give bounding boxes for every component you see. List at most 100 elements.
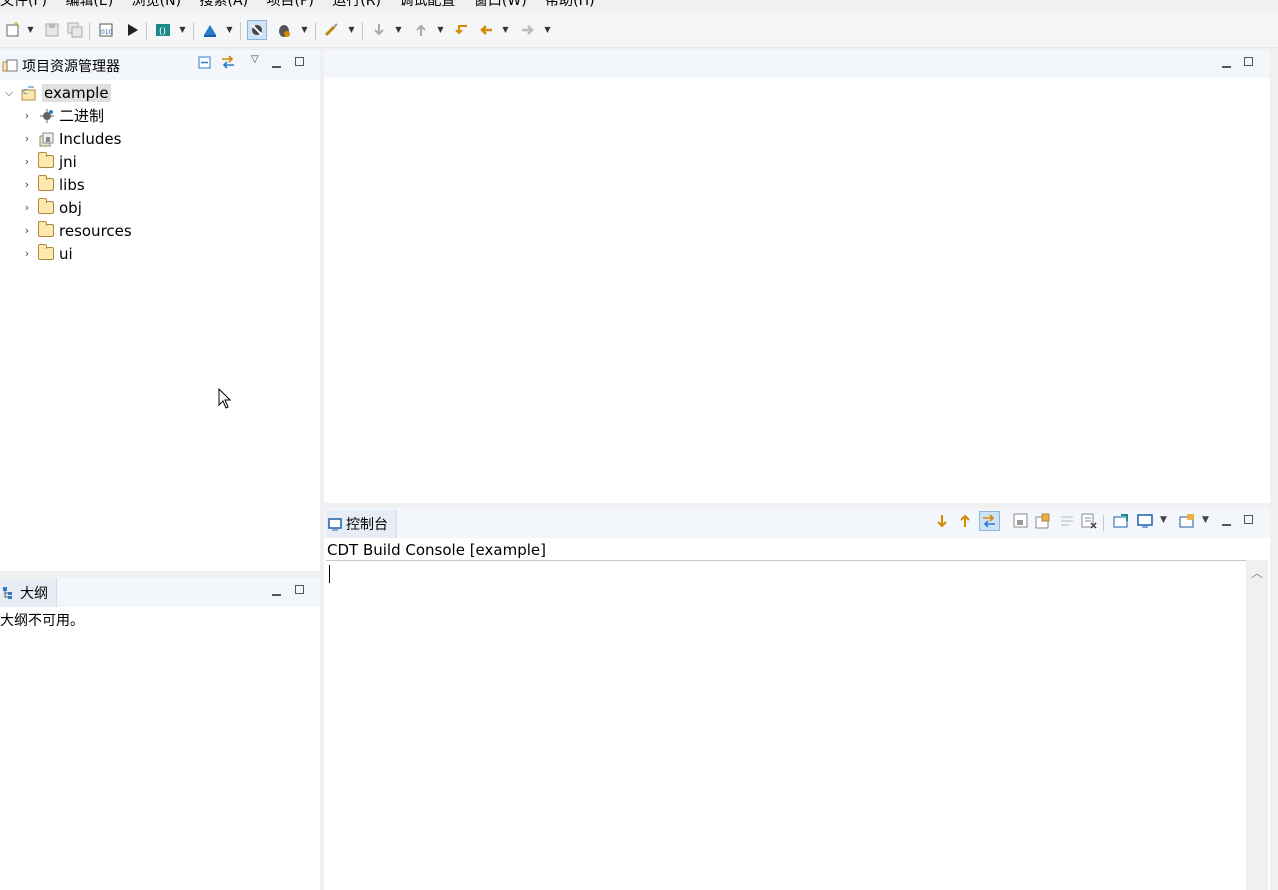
chevron-right-icon[interactable]: ›	[22, 178, 32, 191]
console-output[interactable]	[326, 560, 1246, 890]
last-edit-icon[interactable]	[453, 21, 471, 39]
link-console-icon[interactable]	[979, 511, 1000, 531]
console-scrollbar[interactable]: ︿	[1246, 560, 1268, 890]
menu-edit[interactable]: 编辑(E)	[65, 0, 120, 11]
back-dropdown-icon[interactable]: ▼	[501, 21, 510, 39]
new-class-icon[interactable]: ()	[154, 21, 172, 39]
maximize-icon[interactable]	[295, 584, 304, 597]
minimize-icon[interactable]	[1222, 516, 1231, 529]
minimize-icon[interactable]	[1222, 58, 1231, 71]
tab-label: 大纲	[20, 585, 48, 602]
collapse-all-icon[interactable]	[198, 56, 212, 73]
run-icon[interactable]	[124, 21, 142, 39]
forward-dropdown-icon[interactable]: ▼	[543, 21, 552, 39]
minimize-icon[interactable]	[272, 58, 281, 71]
menu-window[interactable]: 窗口(W)	[474, 0, 534, 11]
tree-item-label: Includes	[59, 129, 122, 148]
text-caret	[329, 565, 330, 583]
tab-label: 控制台	[346, 517, 388, 533]
menu-search[interactable]: 搜索(A)	[200, 0, 256, 11]
tree-item-jni[interactable]: › jni	[22, 150, 77, 173]
scroll-up-arrow-icon[interactable]: ︿	[1251, 564, 1263, 581]
menu-help[interactable]: 帮助(H)	[545, 0, 601, 11]
brush-icon[interactable]	[322, 21, 340, 39]
maximize-icon[interactable]	[295, 56, 304, 69]
remove-launch-icon[interactable]	[1081, 513, 1097, 532]
tree-item-label: obj	[59, 198, 82, 217]
link-with-editor-icon[interactable]	[220, 54, 236, 73]
tab-console[interactable]: 控制台	[326, 510, 397, 538]
minimize-icon[interactable]	[272, 586, 281, 599]
save-all-icon[interactable]	[66, 21, 84, 39]
scroll-down-icon[interactable]	[935, 513, 949, 532]
svg-text:C: C	[23, 88, 28, 96]
console-header: 控制台 ▼ ▼	[324, 508, 1270, 538]
debug-dropdown-icon[interactable]: ▼	[300, 21, 309, 39]
maximize-icon[interactable]	[1244, 56, 1253, 69]
new-console-view-icon[interactable]	[1179, 513, 1195, 532]
editor-header	[324, 50, 1270, 78]
tab-label: 项目资源管理器	[22, 59, 120, 75]
back-icon[interactable]	[477, 21, 495, 39]
folder-icon	[37, 152, 54, 168]
prev-annotation-icon[interactable]	[412, 21, 430, 39]
scroll-up-icon[interactable]	[958, 513, 972, 532]
outline-unavailable-message: 大纲不可用。	[0, 613, 84, 629]
tree-item-includes[interactable]: › Includes	[22, 127, 122, 150]
svg-text:(): ()	[159, 27, 166, 37]
forward-icon[interactable]	[519, 21, 537, 39]
menu-debug-config[interactable]: 调试配置	[399, 0, 462, 11]
skip-breakpoints-icon[interactable]	[247, 20, 267, 40]
chevron-right-icon[interactable]: ›	[22, 132, 32, 145]
build-icon[interactable]: 010	[97, 21, 115, 39]
toolbar-separator	[193, 22, 194, 40]
folder-icon	[37, 198, 54, 214]
tab-outline[interactable]: 大纲	[0, 578, 57, 607]
tree-item-label: resources	[59, 221, 132, 240]
open-console-icon[interactable]	[1137, 513, 1153, 532]
new-dropdown-icon[interactable]: ▼	[26, 21, 35, 39]
maximize-icon[interactable]	[1244, 514, 1253, 527]
next-annotation-icon[interactable]	[370, 21, 388, 39]
chevron-down-icon[interactable]: ⌵	[4, 86, 14, 100]
open-console-dropdown-icon[interactable]: ▼	[1160, 515, 1167, 525]
outline-panel: 大纲 大纲不可用。	[0, 578, 320, 890]
tree-item-label: ui	[59, 244, 73, 263]
android-icon[interactable]	[201, 21, 219, 39]
tree-item-obj[interactable]: › obj	[22, 196, 82, 219]
tree-item-libs[interactable]: › libs	[22, 173, 85, 196]
chevron-right-icon[interactable]: ›	[22, 224, 32, 237]
prev-annotation-dropdown-icon[interactable]: ▼	[436, 21, 445, 39]
tab-project-explorer[interactable]: 项目资源管理器	[0, 52, 128, 80]
outline-header: 大纲	[0, 578, 320, 607]
chevron-right-icon[interactable]: ›	[22, 247, 32, 260]
chevron-right-icon[interactable]: ›	[22, 109, 32, 122]
new-class-dropdown-icon[interactable]: ▼	[178, 21, 187, 39]
mouse-cursor-icon	[218, 388, 232, 409]
new-console-dropdown-icon[interactable]: ▼	[1202, 515, 1209, 525]
menu-project[interactable]: 项目(P)	[267, 0, 321, 11]
menu-run[interactable]: 运行(R)	[332, 0, 388, 11]
word-wrap-icon[interactable]	[1059, 513, 1075, 532]
android-dropdown-icon[interactable]: ▼	[225, 21, 234, 39]
pin-console-icon[interactable]	[1035, 513, 1051, 532]
project-label: example	[42, 83, 111, 102]
new-icon[interactable]	[4, 21, 22, 39]
tree-item-project[interactable]: ⌵ C example	[4, 81, 111, 104]
debug-icon[interactable]	[275, 21, 293, 39]
main-toolbar: ▼ 010 () ▼ ▼ ▼ ▼ ▼ ▼ ▼ ▼	[0, 12, 1278, 48]
clear-console-icon[interactable]	[1013, 513, 1029, 532]
editor-area	[324, 50, 1270, 503]
display-selected-console-icon[interactable]	[1113, 513, 1129, 532]
menu-file[interactable]: 文件(F)	[0, 0, 54, 11]
save-icon[interactable]	[43, 21, 61, 39]
tree-item-ui[interactable]: › ui	[22, 242, 73, 265]
menu-navigate[interactable]: 浏览(N)	[132, 0, 188, 11]
next-annotation-dropdown-icon[interactable]: ▼	[394, 21, 403, 39]
view-menu-icon[interactable]: ▽	[251, 54, 259, 65]
chevron-right-icon[interactable]: ›	[22, 201, 32, 214]
chevron-right-icon[interactable]: ›	[22, 155, 32, 168]
brush-dropdown-icon[interactable]: ▼	[347, 21, 356, 39]
tree-item-binaries[interactable]: › 二进制	[22, 104, 104, 127]
tree-item-resources[interactable]: › resources	[22, 219, 132, 242]
